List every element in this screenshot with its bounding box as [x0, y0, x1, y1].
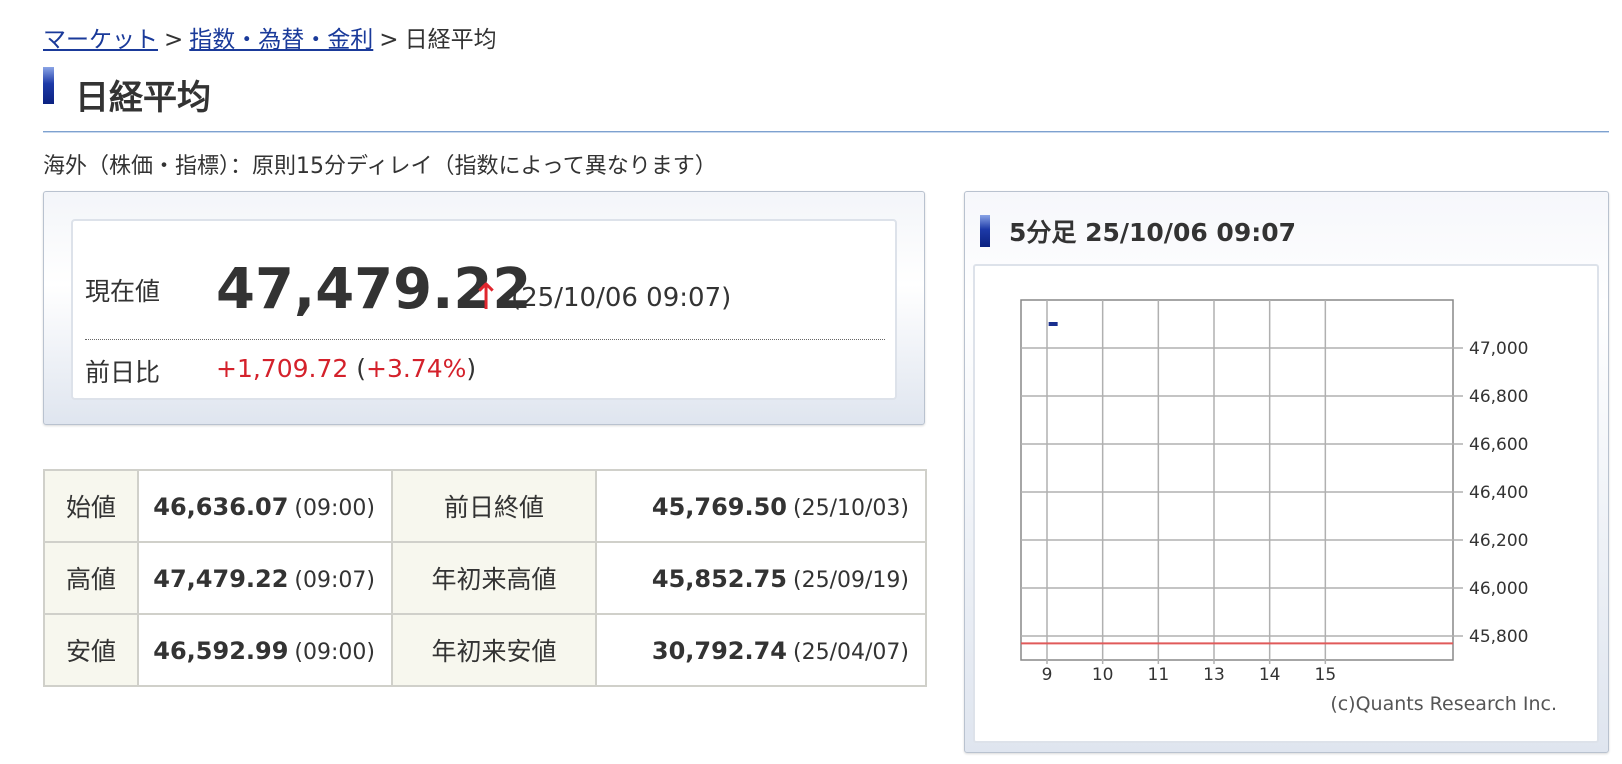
stat-value: 47,479.22 (09:07) [137, 541, 393, 615]
x-tick-label: 15 [1315, 665, 1337, 685]
stat-label-text: 高値 [65, 565, 116, 594]
change-label: 前日比 [85, 358, 161, 387]
y-tick-label: 46,400 [1469, 483, 1528, 503]
y-tick-label: 46,600 [1469, 435, 1528, 455]
price-divider [85, 339, 885, 340]
current-price-box: 現在値 47,479.22 ↑ (25/10/06 09:07) 前日比 +1,… [71, 219, 897, 400]
stat-value: 45,852.75 (25/09/19) [595, 541, 927, 615]
table-row: 高値 47,479.22 (09:07) 年初来高値 45,852.75 (25/09/1… [43, 541, 927, 615]
plot-frame [1020, 299, 1454, 661]
breadcrumb-indices-link[interactable]: 指数・為替・金利 [189, 27, 373, 53]
stat-value: 46,592.99 (09:00) [137, 613, 393, 687]
change-pct-close: ) [466, 354, 477, 383]
stat-label-text: 年初来高値 [431, 565, 557, 594]
current-price-label: 現在値 [85, 277, 161, 306]
stat-value-number: 30,792.74 [651, 636, 788, 665]
x-tick-label: 10 [1092, 665, 1114, 685]
stat-label: 安値 [43, 613, 139, 687]
stat-label: 年初来安値 [391, 613, 597, 687]
intraday-chart: 9 10 11 13 14 15 47,000 46,800 46,600 46,400 46,20… [1020, 299, 1528, 685]
stat-value-number: 45,852.75 [651, 564, 788, 593]
chart-title-marker-icon [980, 215, 990, 247]
stat-value-time: (09:00) [294, 495, 375, 521]
stat-value-date: (25/09/19) [793, 567, 909, 593]
stat-value: 45,769.50 (25/10/03) [595, 469, 927, 543]
stat-label: 前日終値 [391, 469, 597, 543]
x-tick-label: 11 [1148, 665, 1170, 685]
x-tick-label: 9 [1042, 665, 1053, 685]
breadcrumb-current: 日経平均 [404, 27, 497, 53]
stat-value-date: (25/04/07) [793, 639, 909, 665]
price-stats-table: 始値 46,636.07 (09:00) 前日終値 45,769.50 (25/10/03… [43, 469, 927, 687]
stat-value-date: (25/10/03) [793, 495, 909, 521]
chart-copyright: (c)Quants Research Inc. [1330, 693, 1557, 715]
up-arrow-icon: ↑ [471, 277, 502, 318]
stat-value-number: 46,592.99 [153, 636, 289, 665]
current-price-time: (25/10/06 09:07) [511, 283, 732, 313]
current-price-panel: 現在値 47,479.22 ↑ (25/10/06 09:07) 前日比 +1,… [43, 191, 925, 425]
stat-label-text: 前日終値 [443, 493, 544, 522]
chart-area: 9 10 11 13 14 15 47,000 46,800 46,600 46,400 46,20… [973, 264, 1599, 743]
chart-title: 5分足 25/10/06 09:07 [1009, 218, 1297, 247]
breadcrumb-separator: > [379, 27, 399, 53]
stat-value-number: 47,479.22 [153, 564, 289, 593]
page-title: 日経平均 [75, 78, 211, 118]
change-pct-open: ( [356, 354, 366, 383]
stat-value-time: (09:07) [294, 567, 375, 593]
change-line: +1,709.72 (+3.74%) [216, 354, 476, 383]
y-tick-label: 45,800 [1469, 627, 1528, 647]
chart-panel: 5分足 25/10/06 09:07 9 10 11 13 14 15 47,000 46,8… [964, 191, 1609, 753]
change-value: +1,709.72 [216, 354, 349, 383]
table-row: 始値 46,636.07 (09:00) 前日終値 45,769.50 (25/10/03… [43, 469, 927, 543]
breadcrumb-separator: > [164, 27, 184, 53]
stat-label-text: 安値 [65, 637, 116, 666]
stat-label: 高値 [43, 541, 139, 615]
x-tick-label: 13 [1203, 665, 1225, 685]
y-tick-label: 46,000 [1469, 579, 1528, 599]
breadcrumb: マーケット > 指数・為替・金利 > 日経平均 [43, 20, 497, 54]
stat-label-text: 始値 [65, 493, 116, 522]
table-row: 安値 46,592.99 (09:00) 年初来安値 30,792.74 (25/04/0… [43, 613, 927, 687]
y-tick-label: 47,000 [1469, 339, 1528, 359]
stat-label: 年初来高値 [391, 541, 597, 615]
stat-value-number: 46,636.07 [153, 492, 289, 521]
y-tick-label: 46,200 [1469, 531, 1528, 551]
stat-value-number: 45,769.50 [651, 492, 788, 521]
stat-label-text: 年初来安値 [431, 637, 557, 666]
title-marker-icon [43, 67, 54, 104]
change-percent: +3.74% [366, 354, 467, 383]
stat-label: 始値 [43, 469, 139, 543]
stat-value: 30,792.74 (25/04/07) [595, 613, 927, 687]
stat-value: 46,636.07 (09:00) [137, 469, 393, 543]
delay-note: 海外（株価・指標）：原則15分ディレイ（指数によって異なります） [43, 154, 717, 179]
title-divider [43, 131, 1609, 133]
breadcrumb-market-link[interactable]: マーケット [43, 27, 158, 53]
x-tick-label: 14 [1259, 665, 1281, 685]
stat-value-time: (09:00) [294, 639, 375, 665]
y-tick-label: 46,800 [1469, 387, 1528, 407]
